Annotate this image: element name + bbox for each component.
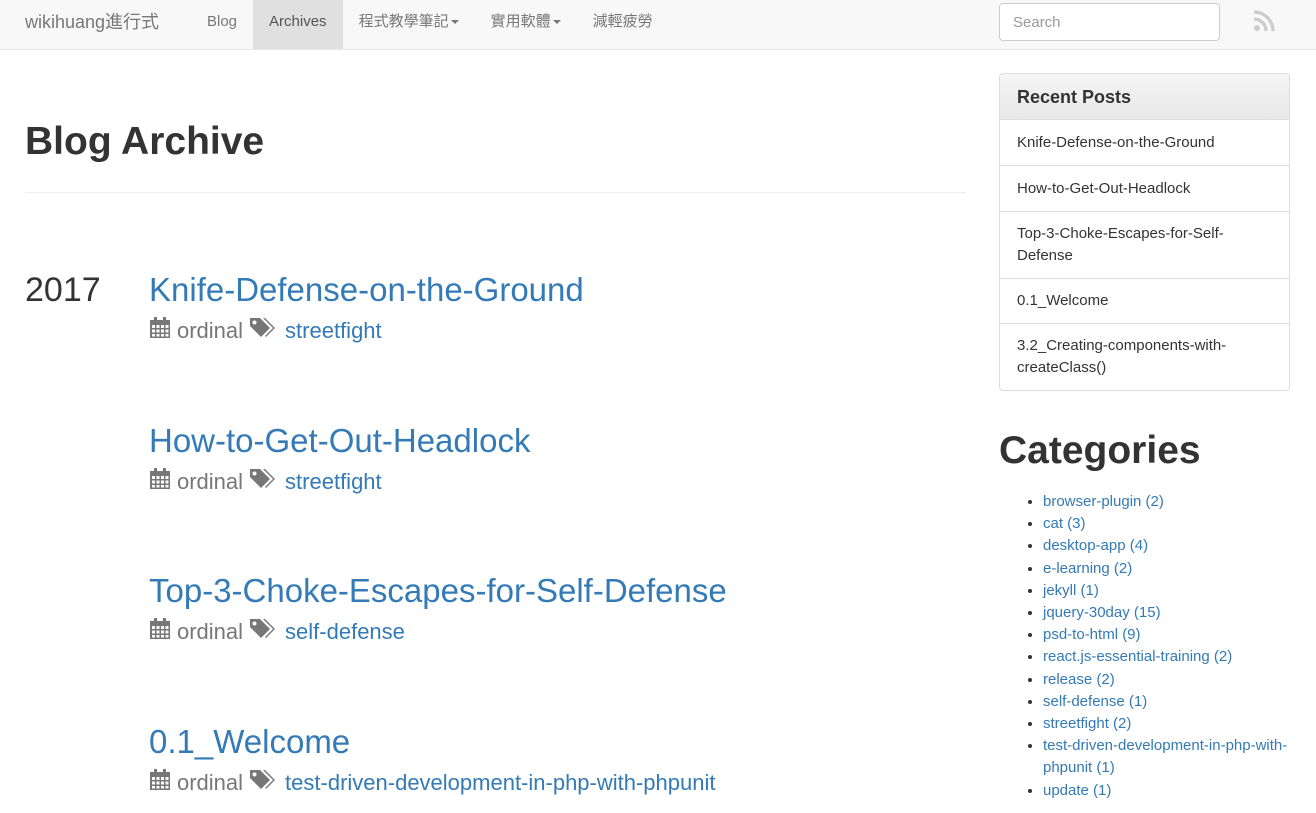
post-title-link[interactable]: Top-3-Choke-Escapes-for-Self-Defense (149, 572, 727, 610)
recent-post-link[interactable]: 0.1_Welcome (1000, 278, 1289, 323)
brand-link[interactable]: wikihuang進行式 (25, 11, 159, 33)
category-link[interactable]: self-defense (1) (1043, 693, 1147, 710)
recent-post-link[interactable]: Knife-Defense-on-the-Ground (1000, 120, 1289, 165)
calendar-icon (149, 468, 171, 496)
category-link[interactable]: desktop-app (4) (1043, 537, 1148, 554)
recent-posts-heading: Recent Posts (1000, 74, 1289, 120)
post-meta: ordinal streetfight (149, 317, 584, 345)
nav-item-label: 實用軟體 (490, 13, 551, 30)
nav-item-label: 減輕疲勞 (592, 13, 653, 30)
nav-item-programming-notes[interactable]: 程式教學筆記 (343, 0, 475, 49)
calendar-icon (149, 769, 171, 797)
nav-item-useful-software[interactable]: 實用軟體 (475, 0, 577, 49)
nav-menu: Blog Archives 程式教學筆記 實用軟體 減輕疲勞 (191, 0, 669, 49)
category-link[interactable]: cat (3) (1043, 515, 1086, 532)
list-item: streetfight (2) (1043, 713, 1293, 735)
category-link[interactable]: jquery-30day (15) (1043, 604, 1161, 621)
list-item: release (2) (1043, 669, 1293, 691)
page-title: Blog Archive (25, 120, 265, 163)
post-tag-link[interactable]: test-driven-development-in-php-with-phpu… (285, 770, 715, 796)
list-item: update (1) (1043, 780, 1293, 802)
list-item: test-driven-development-in-php-with-phpu… (1043, 735, 1293, 779)
list-item: cat (3) (1043, 513, 1293, 535)
list-item: jquery-30day (15) (1043, 602, 1293, 624)
list-item: browser-plugin (2) (1043, 491, 1293, 513)
tags-icon (249, 468, 277, 496)
tags-icon (249, 769, 277, 797)
category-link[interactable]: update (1) (1043, 782, 1111, 799)
list-item: self-defense (1) (1043, 691, 1293, 713)
divider (25, 192, 966, 193)
post-meta: ordinal self-defense (149, 618, 727, 646)
category-link[interactable]: test-driven-development-in-php-with-phpu… (1043, 737, 1287, 776)
post-tag-link[interactable]: self-defense (285, 619, 405, 645)
post-meta-text: ordinal (177, 318, 244, 343)
caret-down-icon (552, 20, 561, 25)
archive-post: Top-3-Choke-Escapes-for-Self-Defense ord… (149, 572, 727, 646)
nav-item-label: Blog (207, 13, 238, 30)
archive-year: 2017 (25, 271, 101, 309)
post-meta-text: ordinal (177, 469, 244, 494)
list-item: react.js-essential-training (2) (1043, 646, 1293, 668)
category-link[interactable]: psd-to-html (9) (1043, 626, 1141, 643)
nav-item-blog[interactable]: Blog (191, 0, 253, 49)
post-title-link[interactable]: How-to-Get-Out-Headlock (149, 422, 530, 460)
post-title-link[interactable]: 0.1_Welcome (149, 723, 716, 761)
tags-icon (249, 317, 277, 345)
category-link[interactable]: release (2) (1043, 671, 1115, 688)
list-item: jekyll (1) (1043, 580, 1293, 602)
recent-post-link[interactable]: Top-3-Choke-Escapes-for-Self-Defense (1000, 211, 1289, 278)
list-item: e-learning (2) (1043, 558, 1293, 580)
search-input[interactable] (999, 3, 1220, 41)
post-meta: ordinal streetfight (149, 468, 530, 496)
post-meta: ordinal test-driven-development-in-php-w… (149, 769, 716, 797)
rss-icon[interactable] (1253, 10, 1275, 32)
category-link[interactable]: browser-plugin (2) (1043, 493, 1164, 510)
tags-icon (249, 618, 277, 646)
archive-post: How-to-Get-Out-Headlock ordinal streetfi… (149, 422, 530, 496)
post-title-link[interactable]: Knife-Defense-on-the-Ground (149, 271, 584, 309)
nav-item-reduce-fatigue[interactable]: 減輕疲勞 (577, 0, 669, 49)
calendar-icon (149, 618, 171, 646)
nav-item-archives[interactable]: Archives (253, 0, 343, 49)
list-item: psd-to-html (9) (1043, 624, 1293, 646)
post-meta-text: ordinal (177, 619, 244, 644)
category-link[interactable]: react.js-essential-training (2) (1043, 648, 1232, 665)
post-meta-text: ordinal (177, 770, 244, 795)
recent-posts-panel: Recent Posts Knife-Defense-on-the-Ground… (999, 73, 1290, 391)
post-tag-link[interactable]: streetfight (285, 318, 382, 344)
post-tag-link[interactable]: streetfight (285, 469, 382, 495)
nav-item-label: 程式教學筆記 (358, 13, 449, 30)
calendar-icon (149, 317, 171, 345)
recent-post-link[interactable]: How-to-Get-Out-Headlock (1000, 165, 1289, 211)
list-item: desktop-app (4) (1043, 535, 1293, 557)
archive-post: Knife-Defense-on-the-Ground ordinal stre… (149, 271, 584, 345)
category-link[interactable]: jekyll (1) (1043, 582, 1099, 599)
category-link[interactable]: streetfight (2) (1043, 715, 1131, 732)
categories-heading: Categories (999, 429, 1201, 472)
categories-list: browser-plugin (2) cat (3) desktop-app (… (1043, 491, 1293, 802)
recent-post-link[interactable]: 3.2_Creating-components-with-createClass… (1000, 323, 1289, 390)
navbar: wikihuang進行式 Blog Archives 程式教學筆記 實用軟體 減… (0, 0, 1316, 50)
category-link[interactable]: e-learning (2) (1043, 560, 1132, 577)
archive-post: 0.1_Welcome ordinal test-driven-developm… (149, 723, 716, 797)
nav-item-label: Archives (269, 13, 327, 30)
recent-posts-list: Knife-Defense-on-the-Ground How-to-Get-O… (1000, 120, 1289, 390)
caret-down-icon (450, 20, 459, 25)
